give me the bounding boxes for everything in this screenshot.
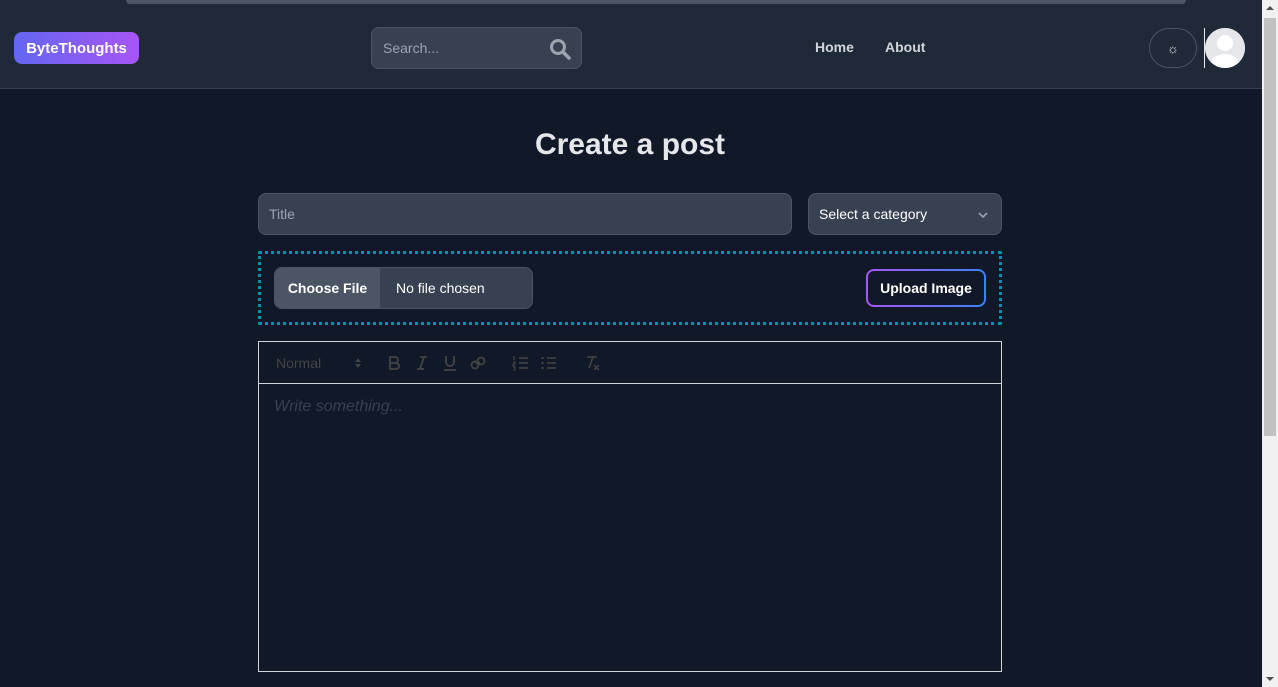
search-box: [371, 27, 582, 69]
file-status: No file chosen: [396, 280, 485, 296]
nav-about-link[interactable]: About: [885, 39, 925, 55]
bullet-list-icon[interactable]: [539, 353, 559, 373]
editor-toolbar: Normal: [259, 342, 1001, 384]
browser-top-strip: [0, 0, 1262, 9]
theme-toggle-button[interactable]: ☼: [1149, 28, 1197, 68]
rich-text-editor: Normal Write something...: [258, 341, 1002, 672]
category-select[interactable]: Select a category: [808, 193, 1002, 235]
link-icon[interactable]: [468, 353, 488, 373]
navbar: ByteThoughts Home About ☼: [0, 9, 1262, 89]
tab-strip: [126, 0, 1186, 4]
search-input[interactable]: [372, 28, 542, 68]
sun-icon: ☼: [1167, 40, 1179, 56]
category-selected-value: Select a category: [819, 206, 928, 222]
select-arrows-icon: [355, 358, 361, 368]
upload-image-button[interactable]: Upload Image: [866, 269, 986, 307]
avatar-icon: [1205, 28, 1245, 68]
choose-file-button[interactable]: Choose File: [275, 268, 380, 308]
format-selected-value: Normal: [276, 355, 322, 371]
title-input[interactable]: [258, 193, 792, 235]
scrollbar-thumb[interactable]: [1264, 18, 1276, 436]
ordered-list-icon[interactable]: [511, 353, 531, 373]
clear-format-icon[interactable]: [583, 353, 603, 373]
file-input[interactable]: Choose File No file chosen: [274, 267, 533, 309]
scroll-down-arrow-icon[interactable]: [1266, 677, 1274, 681]
scroll-up-arrow-icon[interactable]: [1266, 6, 1274, 10]
bold-icon[interactable]: [384, 353, 404, 373]
underline-icon[interactable]: [440, 353, 460, 373]
page-title: Create a post: [534, 128, 726, 161]
format-select[interactable]: Normal: [276, 355, 362, 371]
chevron-down-icon: [978, 212, 988, 219]
image-upload-area: Choose File No file chosen Upload Image: [258, 251, 1002, 325]
search-icon[interactable]: [548, 37, 572, 61]
scrollbar[interactable]: [1262, 0, 1278, 687]
upload-image-label: Upload Image: [868, 271, 984, 305]
avatar[interactable]: [1205, 28, 1245, 68]
editor-placeholder[interactable]: Write something...: [274, 398, 403, 416]
nav-home-link[interactable]: Home: [815, 39, 854, 55]
italic-icon[interactable]: [412, 353, 432, 373]
brand-logo[interactable]: ByteThoughts: [14, 32, 139, 64]
